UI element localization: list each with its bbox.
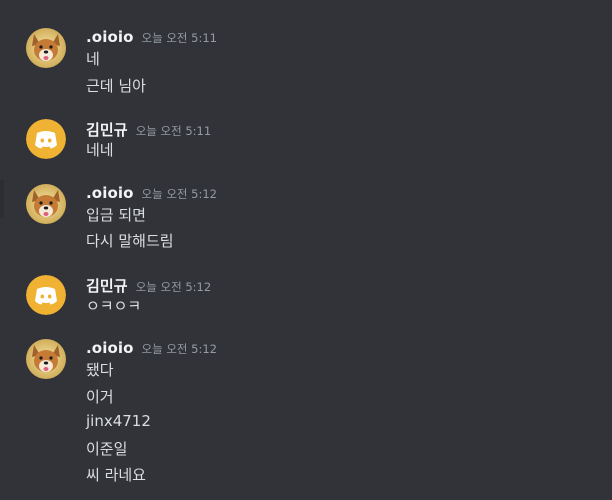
discord-logo-icon[interactable] bbox=[26, 275, 66, 315]
timestamp[interactable]: 오늘 오전 5:12 bbox=[142, 341, 217, 357]
message-text: 씨 라네요 bbox=[86, 466, 146, 484]
message-text: 네 bbox=[86, 50, 100, 68]
dog-avatar-icon[interactable] bbox=[26, 339, 66, 379]
username[interactable]: .oioio bbox=[86, 339, 134, 357]
message-text: ㅇㅋㅇㅋ bbox=[86, 297, 142, 315]
username[interactable]: 김민규 bbox=[86, 119, 128, 140]
timestamp[interactable]: 오늘 오전 5:11 bbox=[136, 123, 211, 139]
message-text: 됐다 bbox=[86, 361, 114, 379]
message-text: 이거 bbox=[86, 388, 114, 406]
timestamp[interactable]: 오늘 오전 5:12 bbox=[136, 279, 211, 295]
message-header: .oioio 오늘 오전 5:12 bbox=[86, 339, 217, 359]
username[interactable]: 김민규 bbox=[86, 275, 128, 296]
message-header: 김민규 오늘 오전 5:11 bbox=[86, 119, 211, 139]
message-text: 근데 님아 bbox=[86, 77, 146, 95]
message-header: .oioio 오늘 오전 5:12 bbox=[86, 184, 217, 204]
dog-avatar-icon[interactable] bbox=[26, 184, 66, 224]
username[interactable]: .oioio bbox=[86, 28, 134, 46]
message-header: 김민규 오늘 오전 5:12 bbox=[86, 275, 211, 295]
message-text: 입금 되면 bbox=[86, 206, 146, 224]
message-text: 네네 bbox=[86, 141, 114, 159]
timestamp[interactable]: 오늘 오전 5:12 bbox=[142, 186, 217, 202]
username[interactable]: .oioio bbox=[86, 184, 134, 202]
message-list[interactable]: .oioio 오늘 오전 5:11 네 근데 님아 김민규 오늘 오전 5:11… bbox=[0, 0, 612, 500]
timestamp[interactable]: 오늘 오전 5:11 bbox=[142, 30, 217, 46]
message-text: 이준일 bbox=[86, 440, 128, 458]
message-header: .oioio 오늘 오전 5:11 bbox=[86, 28, 217, 48]
discord-logo-icon[interactable] bbox=[26, 119, 66, 159]
scroll-marker bbox=[0, 180, 4, 218]
message-text: jinx4712 bbox=[86, 412, 151, 430]
message-text: 다시 말해드림 bbox=[86, 232, 174, 250]
dog-avatar-icon[interactable] bbox=[26, 28, 66, 68]
